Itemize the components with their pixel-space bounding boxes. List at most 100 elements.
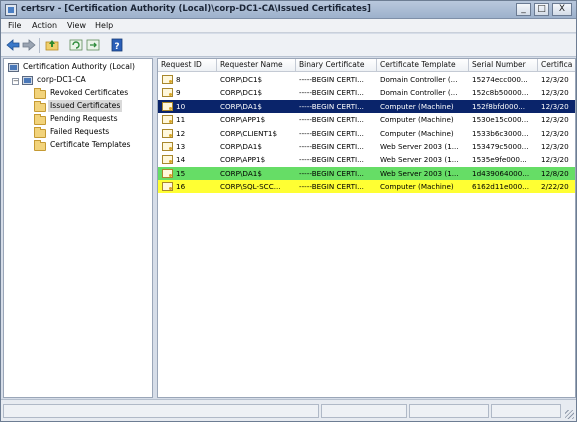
requester-name-cell: CORP\DC1$ [220, 88, 263, 98]
ca-server-icon [22, 76, 33, 85]
tree-item-label: Revoked Certificates [50, 88, 129, 97]
effective-date-cell: 12/3/20 [541, 128, 569, 138]
toolbar: ? [1, 34, 576, 57]
certificate-icon [162, 115, 173, 125]
tree-item-label: Issued Certificates [48, 100, 123, 112]
export-icon[interactable] [86, 38, 100, 52]
certificate-icon [162, 128, 173, 138]
collapse-toggle[interactable]: − [12, 78, 19, 85]
folder-icon [34, 101, 46, 112]
table-row[interactable]: 15 CORP\DA1$ -----BEGIN CERTI... Web Server… [158, 166, 575, 180]
menu-bar: File Action View Help [1, 19, 576, 33]
tree-item-root[interactable]: Certification Authority (Local) [21, 61, 137, 73]
close-button[interactable]: X [552, 3, 572, 16]
table-row[interactable]: 9 CORP\DC1$ -----BEGIN CERTI... Domain Cont… [158, 86, 575, 99]
effective-date-cell: 12/3/20 [541, 75, 569, 84]
folder-icon [34, 88, 46, 99]
table-row[interactable]: 8 CORP\DC1$ -----BEGIN CERTI... Domain Cont… [158, 73, 575, 86]
svg-text:?: ? [114, 42, 119, 52]
table-row[interactable]: 14 CORP\APP1$ -----BEGIN CERTI... Web Serve… [158, 153, 575, 166]
serial-number-cell: 6162d11e000... [472, 182, 529, 192]
column-header-certificate-template[interactable]: Certificate Template [377, 59, 469, 72]
window-title: certsrv - [Certification Authority (Loca… [21, 4, 371, 14]
request-id-cell: 11 [176, 115, 186, 125]
certificate-icon [162, 75, 173, 84]
effective-date-cell: 12/3/20 [541, 88, 569, 98]
folder-icon [34, 114, 46, 125]
up-folder-icon[interactable] [45, 38, 59, 52]
request-id-cell: 8 [176, 75, 181, 84]
effective-date-cell: 12/3/20 [541, 101, 569, 111]
title-bar[interactable]: certsrv - [Certification Authority (Loca… [1, 1, 576, 19]
table-row[interactable]: 16 CORP\SQL-SCC... -----BEGIN CERTI... Comp… [158, 180, 575, 194]
serial-number-cell: 152f8bfd000... [472, 101, 526, 111]
serial-number-cell: 152c8b50000... [472, 88, 529, 98]
column-header-request-id[interactable]: Request ID [158, 59, 217, 72]
column-header-serial-number[interactable]: Serial Number [469, 59, 538, 72]
column-header-certificate-effective-date[interactable]: Certifica [538, 59, 575, 72]
requester-name-cell: CORP\CLIENT1$ [220, 128, 278, 138]
status-segment-main [3, 404, 319, 418]
tree-item-label: Failed Requests [50, 127, 110, 136]
tree-ca-label: corp-DC1-CA [37, 75, 86, 84]
certificate-icon [162, 168, 173, 178]
tree-item-pending-requests[interactable]: Pending Requests [48, 113, 120, 125]
mmc-window: certsrv - [Certification Authority (Loca… [0, 0, 577, 422]
back-arrow-icon[interactable] [6, 38, 20, 52]
status-bar [1, 399, 576, 421]
forward-arrow-icon[interactable] [22, 38, 36, 52]
issued-certificates-list[interactable]: Request ID Requester Name Binary Certifi… [157, 58, 576, 398]
request-id-cell: 14 [176, 155, 186, 165]
requester-name-cell: CORP\APP1$ [220, 155, 266, 165]
menu-help[interactable]: Help [95, 21, 113, 30]
help-icon[interactable]: ? [110, 38, 124, 52]
certificate-template-cell: Web Server 2003 (1... [380, 168, 459, 178]
refresh-icon[interactable] [69, 38, 83, 52]
table-row[interactable]: 13 CORP\DA1$ -----BEGIN CERTI... Web Server… [158, 140, 575, 153]
toolbar-separator [39, 38, 40, 53]
certificate-template-cell: Computer (Machine) [380, 115, 454, 125]
tree-item-revoked-certificates[interactable]: Revoked Certificates [48, 87, 130, 99]
certificate-template-cell: Computer (Machine) [380, 101, 454, 111]
request-id-cell: 10 [176, 101, 186, 111]
menu-file[interactable]: File [8, 21, 21, 30]
column-header-binary-certificate[interactable]: Binary Certificate [296, 59, 377, 72]
column-header-requester-name[interactable]: Requester Name [217, 59, 296, 72]
binary-certificate-cell: -----BEGIN CERTI... [299, 115, 364, 125]
certificate-template-cell: Web Server 2003 (1... [380, 155, 459, 165]
serial-number-cell: 153479c5000... [472, 142, 529, 151]
effective-date-cell: 12/3/20 [541, 115, 569, 125]
maximize-button[interactable]: □ [534, 3, 549, 16]
status-segment-3 [409, 404, 489, 418]
menu-action[interactable]: Action [32, 21, 57, 30]
requester-name-cell: CORP\SQL-SCC... [220, 182, 281, 192]
minimize-button[interactable]: _ [516, 3, 531, 16]
certificate-template-cell: Computer (Machine) [380, 182, 454, 192]
requester-name-cell: CORP\DA1$ [220, 142, 262, 151]
table-row[interactable]: 11 CORP\APP1$ -----BEGIN CERTI... Computer … [158, 113, 575, 126]
certificate-template-cell: Computer (Machine) [380, 128, 454, 138]
tree-item-certificate-templates[interactable]: Certificate Templates [48, 139, 132, 151]
folder-icon [34, 127, 46, 138]
request-id-cell: 9 [176, 88, 181, 98]
effective-date-cell: 12/3/20 [541, 155, 569, 165]
table-row[interactable]: 10 CORP\DA1$ -----BEGIN CERTI... Computer (… [158, 99, 575, 113]
certificate-icon [162, 88, 173, 98]
tree-item-issued-certificates[interactable]: Issued Certificates [48, 100, 123, 112]
menu-view[interactable]: View [67, 21, 86, 30]
certification-authority-icon [8, 63, 19, 72]
serial-number-cell: 1533b6c3000... [472, 128, 529, 138]
resize-grip[interactable] [565, 410, 574, 419]
binary-certificate-cell: -----BEGIN CERTI... [299, 168, 364, 178]
table-row[interactable]: 12 CORP\CLIENT1$ -----BEGIN CERTI... Comput… [158, 127, 575, 140]
console-tree[interactable]: Certification Authority (Local) − corp-D… [3, 58, 153, 398]
request-id-cell: 12 [176, 128, 186, 138]
status-segment-4 [491, 404, 561, 418]
certificate-template-cell: Web Server 2003 (1... [380, 142, 459, 151]
tree-item-ca[interactable]: corp-DC1-CA [35, 74, 88, 86]
tree-item-failed-requests[interactable]: Failed Requests [48, 126, 111, 138]
certificate-icon [162, 155, 173, 165]
requester-name-cell: CORP\DA1$ [220, 101, 262, 111]
effective-date-cell: 12/3/20 [541, 142, 569, 151]
binary-certificate-cell: -----BEGIN CERTI... [299, 155, 364, 165]
